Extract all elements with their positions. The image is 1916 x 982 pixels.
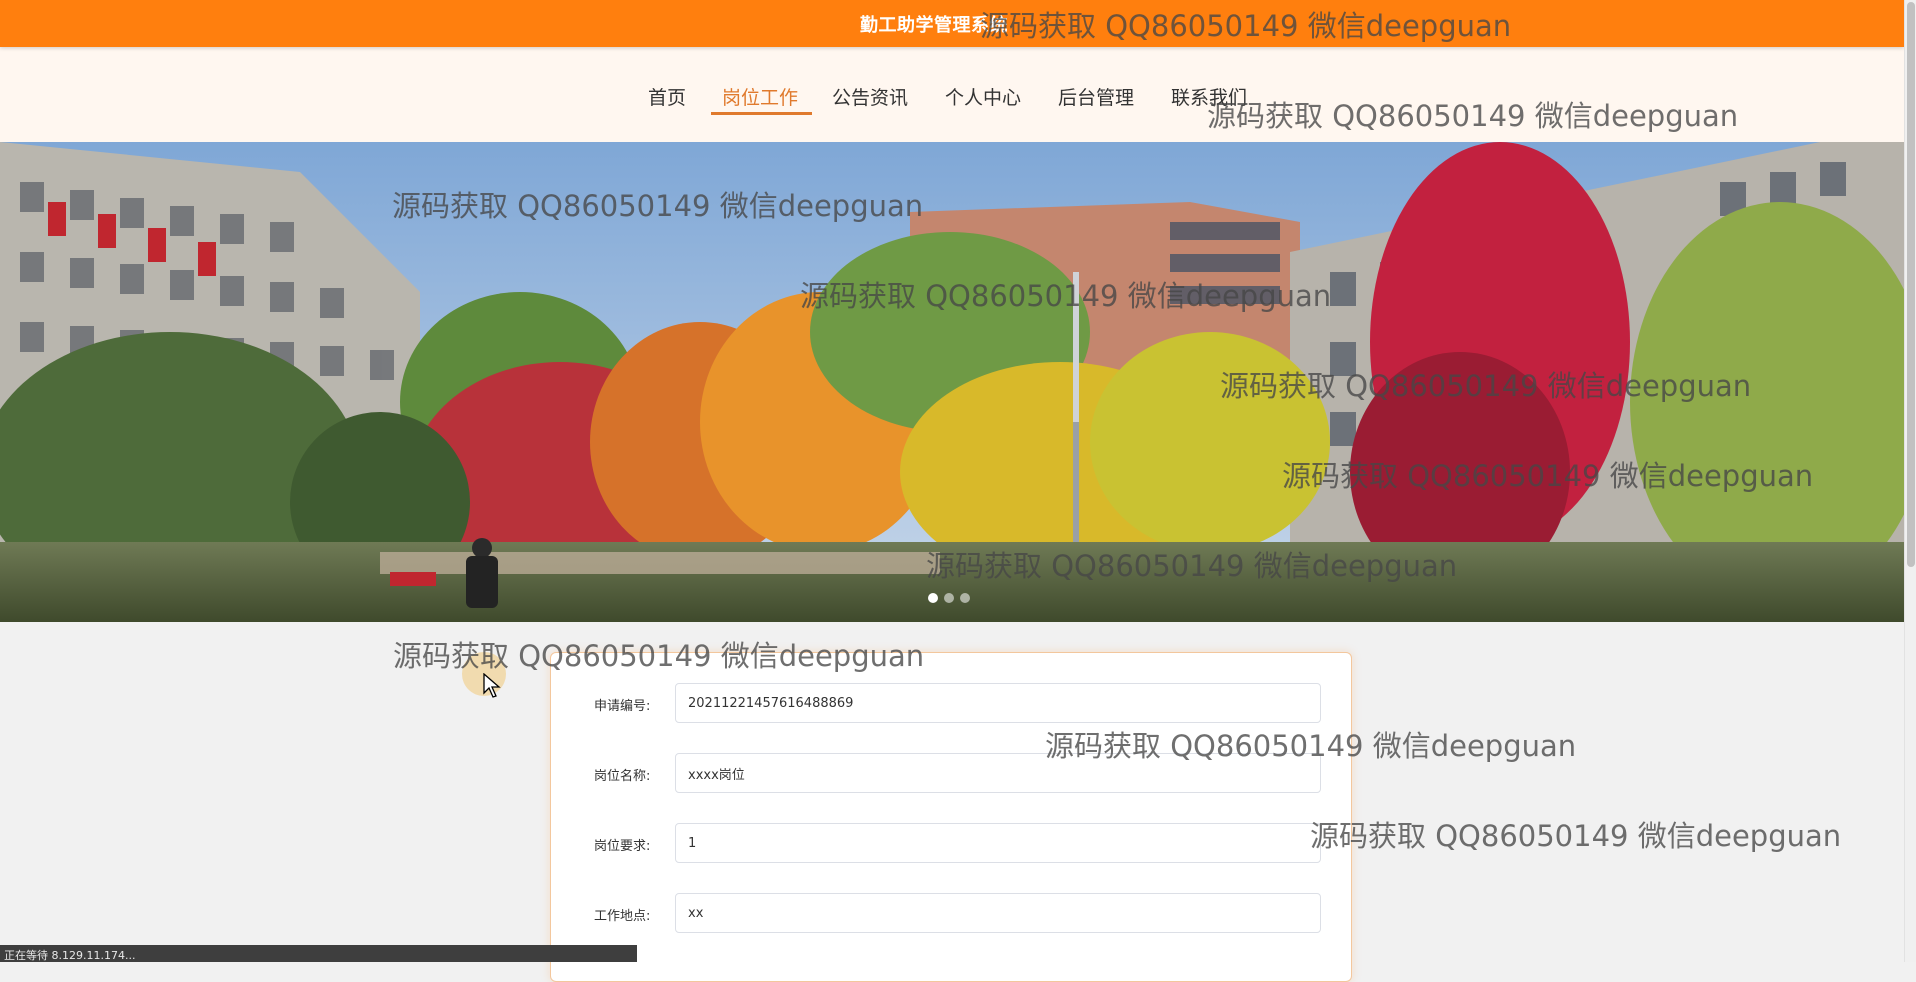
browser-status-bar: 正在等待 8.129.11.174... <box>0 945 637 962</box>
watermark-text: 源码获取 QQ86050149 微信deepguan <box>1310 819 1842 853</box>
main-navigation: 首页 岗位工作 公告资讯 个人中心 后台管理 联系我们 <box>0 47 1904 142</box>
carousel-dot-1[interactable] <box>928 593 938 603</box>
job-name-label: 岗位名称: <box>594 769 651 784</box>
nav-item-jobs[interactable]: 岗位工作 <box>722 83 798 110</box>
work-location-input[interactable] <box>675 893 1321 933</box>
carousel-dot-2[interactable] <box>944 593 954 603</box>
job-detail-form: 申请编号: 岗位名称: 岗位要求: 工作地点: <box>550 652 1352 982</box>
scrollbar-thumb[interactable] <box>1907 2 1915 567</box>
job-requirement-label: 岗位要求: <box>594 839 651 854</box>
work-location-label: 工作地点: <box>594 909 651 924</box>
nav-item-personal-center[interactable]: 个人中心 <box>945 83 1021 110</box>
application-number-label: 申请编号: <box>594 699 651 714</box>
nav-item-contact[interactable]: 联系我们 <box>1171 83 1247 110</box>
form-row-application-number: 申请编号: <box>551 683 1351 723</box>
form-row-job-requirement: 岗位要求: <box>551 823 1351 863</box>
mouse-cursor-icon <box>483 673 501 698</box>
carousel-dot-3[interactable] <box>960 593 970 603</box>
active-nav-underline <box>711 112 812 115</box>
nav-item-admin[interactable]: 后台管理 <box>1058 83 1134 110</box>
page-scrollbar[interactable] <box>1904 0 1916 962</box>
banner-carousel[interactable] <box>0 142 1904 622</box>
form-row-job-name: 岗位名称: <box>551 753 1351 793</box>
nav-item-home[interactable]: 首页 <box>648 83 686 110</box>
application-number-input[interactable] <box>675 683 1321 723</box>
form-row-work-location: 工作地点: <box>551 893 1351 933</box>
job-name-input[interactable] <box>675 753 1321 793</box>
job-requirement-input[interactable] <box>675 823 1321 863</box>
nav-item-announcements[interactable]: 公告资讯 <box>832 83 908 110</box>
site-title: 勤工助学管理系统 <box>860 15 1008 36</box>
campus-banner-image <box>0 142 1904 622</box>
top-header-bar: 勤工助学管理系统 <box>0 0 1904 47</box>
